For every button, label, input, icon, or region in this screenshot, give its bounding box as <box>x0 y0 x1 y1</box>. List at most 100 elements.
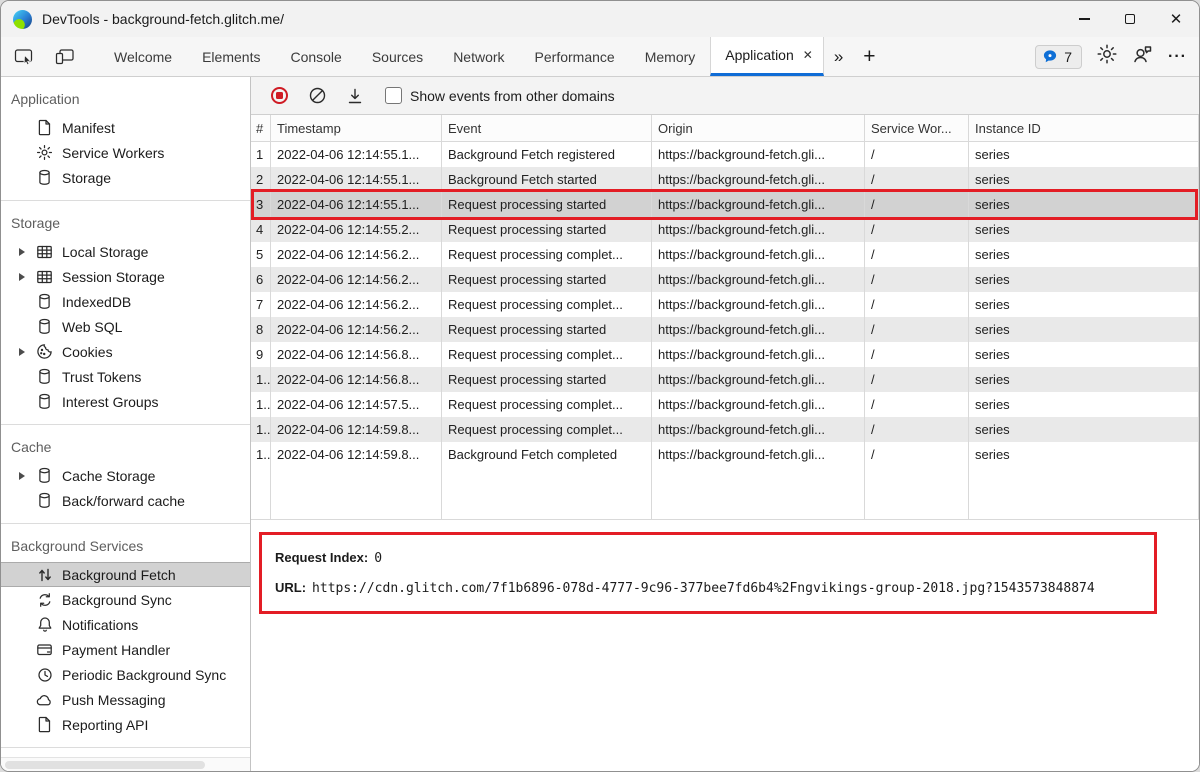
plus-icon: + <box>863 44 876 68</box>
event-row[interactable]: 1.. 2022-04-06 12:14:56.8... Request proce… <box>251 367 1199 392</box>
show-events-checkbox-label[interactable]: Show events from other domains <box>410 88 615 104</box>
clear-button[interactable] <box>303 82 331 110</box>
panel-tabs: Welcome Elements Console Sources Network… <box>99 37 886 76</box>
up-down-arrows-icon <box>36 566 53 583</box>
tab-application[interactable]: Application ✕ <box>710 37 824 76</box>
section-cache: Cache Cache Storage Back/forward cache <box>1 425 250 524</box>
maximize-button[interactable] <box>1107 1 1153 37</box>
sidebar-item-background-sync[interactable]: Background Sync <box>1 587 250 612</box>
sidebar-item-back-forward-cache[interactable]: Back/forward cache <box>1 488 250 513</box>
window-controls: ✕ <box>1061 1 1199 37</box>
event-row[interactable]: 1.. 2022-04-06 12:14:59.8... Request proce… <box>251 417 1199 442</box>
tabbar-right-controls: 7 ··· <box>1035 37 1199 76</box>
request-index-label: Request Index: <box>275 550 369 565</box>
event-row[interactable]: 1.. 2022-04-06 12:14:59.8... Background Fe… <box>251 442 1199 467</box>
tab-welcome[interactable]: Welcome <box>99 37 187 76</box>
more-options-button[interactable]: ··· <box>1168 48 1187 66</box>
sidebar-item-web-sql[interactable]: Web SQL <box>1 314 250 339</box>
event-row[interactable]: 7 2022-04-06 12:14:56.2... Request process… <box>251 292 1199 317</box>
sidebar-item-service-workers[interactable]: Service Workers <box>1 140 250 165</box>
file-icon <box>36 716 53 733</box>
event-row[interactable]: 1.. 2022-04-06 12:14:57.5... Request proce… <box>251 392 1199 417</box>
event-row[interactable]: 1 2022-04-06 12:14:55.1... Background Fetc… <box>251 142 1199 167</box>
maximize-icon <box>1125 14 1135 24</box>
clock-icon <box>36 666 53 683</box>
event-row[interactable]: 6 2022-04-06 12:14:56.2... Request process… <box>251 267 1199 292</box>
request-index-line: Request Index: 0 <box>275 549 1141 567</box>
add-tab-button[interactable]: + <box>853 37 885 76</box>
tab-close-icon[interactable]: ✕ <box>803 48 813 62</box>
card-icon <box>36 641 53 658</box>
column-header-timestamp[interactable]: Timestamp <box>271 115 442 142</box>
sidebar-item-storage[interactable]: Storage <box>1 165 250 190</box>
sidebar-item-reporting-api[interactable]: Reporting API <box>1 712 250 737</box>
column-header-origin[interactable]: Origin <box>652 115 865 142</box>
ellipsis-icon: ··· <box>1168 47 1187 65</box>
record-button[interactable] <box>265 82 293 110</box>
database-icon <box>36 169 53 186</box>
sidebar-item-interest-groups[interactable]: Interest Groups <box>1 389 250 414</box>
close-button[interactable]: ✕ <box>1153 1 1199 37</box>
column-header-service-worker[interactable]: Service Wor... <box>865 115 969 142</box>
column-header-instance-id[interactable]: Instance ID <box>969 115 1199 142</box>
database-icon <box>36 293 53 310</box>
event-row[interactable]: 9 2022-04-06 12:14:56.8... Request process… <box>251 342 1199 367</box>
sidebar-item-trust-tokens[interactable]: Trust Tokens <box>1 364 250 389</box>
show-events-checkbox[interactable] <box>385 87 402 104</box>
edge-logo-icon <box>13 9 32 29</box>
event-row-selected[interactable]: 3 2022-04-06 12:14:55.1... Request process… <box>251 189 1199 220</box>
sidebar-item-notifications[interactable]: Notifications <box>1 612 250 637</box>
issues-counter-button[interactable]: 7 <box>1035 44 1083 69</box>
sidebar-item-cookies[interactable]: Cookies <box>1 339 250 364</box>
event-row[interactable]: 2 2022-04-06 12:14:55.1... Background Fetc… <box>251 167 1199 192</box>
expand-arrow-icon[interactable] <box>19 247 25 256</box>
save-events-button[interactable] <box>341 82 369 110</box>
sidebar-item-local-storage[interactable]: Local Storage <box>1 239 250 264</box>
cookie-icon <box>36 343 53 360</box>
sidebar-item-push-messaging[interactable]: Push Messaging <box>1 687 250 712</box>
expand-arrow-icon[interactable] <box>19 471 25 480</box>
section-header-cache: Cache <box>11 439 52 455</box>
events-toolbar: Show events from other domains <box>251 77 1199 115</box>
tab-performance[interactable]: Performance <box>520 37 630 76</box>
settings-button[interactable] <box>1096 43 1118 70</box>
tab-network[interactable]: Network <box>438 37 519 76</box>
expand-arrow-icon[interactable] <box>19 347 25 356</box>
window-title: DevTools - background-fetch.glitch.me/ <box>42 11 284 27</box>
sidebar-item-periodic-background-sync[interactable]: Periodic Background Sync <box>1 662 250 687</box>
section-header-storage: Storage <box>11 215 61 231</box>
sidebar-item-indexeddb[interactable]: IndexedDB <box>1 289 250 314</box>
tab-elements[interactable]: Elements <box>187 37 275 76</box>
sync-icon <box>36 591 53 608</box>
database-icon <box>36 467 53 484</box>
sidebar-item-payment-handler[interactable]: Payment Handler <box>1 637 250 662</box>
feedback-button[interactable] <box>1132 44 1154 69</box>
sidebar-item-session-storage[interactable]: Session Storage <box>1 264 250 289</box>
expand-arrow-icon[interactable] <box>19 272 25 281</box>
inspect-element-button[interactable] <box>7 37 41 76</box>
sidebar-item-cache-storage[interactable]: Cache Storage <box>1 463 250 488</box>
event-details-pane: Request Index: 0 URL: https://cdn.glitch.c… <box>251 520 1199 771</box>
sidebar-item-manifest[interactable]: Manifest <box>1 115 250 140</box>
database-icon <box>36 393 53 410</box>
event-row[interactable]: 5 2022-04-06 12:14:56.2... Request process… <box>251 242 1199 267</box>
tab-console[interactable]: Console <box>275 37 356 76</box>
event-row[interactable]: 4 2022-04-06 12:14:55.2... Request process… <box>251 217 1199 242</box>
column-header-num[interactable]: # <box>251 115 271 142</box>
details-annotation-box: Request Index: 0 URL: https://cdn.glitch.c… <box>259 532 1157 614</box>
application-sidebar: Application Manifest Service Workers Sto… <box>1 77 251 771</box>
event-row[interactable]: 8 2022-04-06 12:14:56.2... Request process… <box>251 317 1199 342</box>
column-header-event[interactable]: Event <box>442 115 652 142</box>
sidebar-item-background-fetch[interactable]: Background Fetch <box>1 562 250 587</box>
device-emulation-icon <box>55 49 74 65</box>
more-tabs-button[interactable]: » <box>824 37 853 76</box>
tab-sources[interactable]: Sources <box>357 37 438 76</box>
scrollbar-thumb[interactable] <box>5 760 205 769</box>
clear-block-icon <box>309 87 325 104</box>
url-value: https://cdn.glitch.com/7f1b6896-078d-477… <box>312 581 1095 596</box>
sidebar-horizontal-scrollbar[interactable] <box>1 757 250 771</box>
device-toolbar-button[interactable] <box>47 37 81 76</box>
minimize-button[interactable] <box>1061 1 1107 37</box>
table-header-row: # Timestamp Event Origin Service Wor... … <box>251 115 1199 142</box>
tab-memory[interactable]: Memory <box>630 37 711 76</box>
